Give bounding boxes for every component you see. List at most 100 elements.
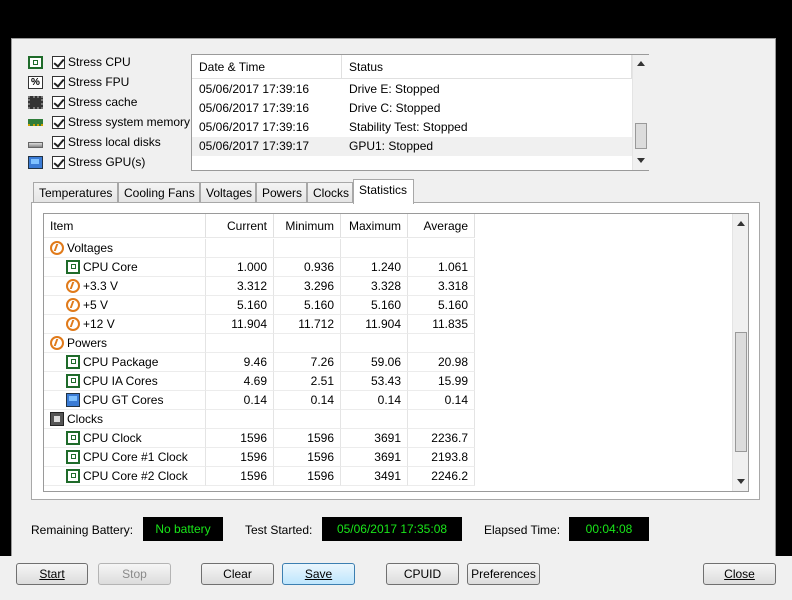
statistics-table[interactable]: Item Current Minimum Maximum Average Vol… <box>43 213 749 492</box>
preferences-button[interactable]: Preferences <box>467 563 540 585</box>
stats-group-row[interactable]: Powers <box>44 334 732 353</box>
tab-cooling-fans[interactable]: Cooling Fans <box>118 182 200 203</box>
cpu-chip-icon <box>66 469 80 483</box>
stats-header-item[interactable]: Item <box>44 214 206 238</box>
stress-fpu-label: Stress FPU <box>68 75 130 89</box>
stats-row[interactable]: CPU Core 1.000 0.936 1.240 1.061 <box>44 258 732 277</box>
scroll-up-icon[interactable] <box>737 221 745 226</box>
stats-item-label: +3.3 V <box>83 279 119 293</box>
stats-average-cell: 2193.8 <box>408 448 475 467</box>
log-header-status[interactable]: Status <box>342 55 632 79</box>
cpu-chip-icon <box>66 374 80 388</box>
voltage-icon <box>66 298 80 312</box>
stats-row[interactable]: CPU Core #2 Clock 1596 1596 3491 2246.2 <box>44 467 732 486</box>
log-status: Drive C: Stopped <box>349 101 441 115</box>
stats-minimum-cell: 3.296 <box>274 277 341 296</box>
elapsed-time-label: Elapsed Time: <box>484 523 561 537</box>
stress-fpu-checkbox[interactable] <box>52 75 65 89</box>
log-row[interactable]: 05/06/2017 17:39:16 Drive E: Stopped <box>192 80 632 99</box>
stress-memory-option[interactable]: Stress system memory <box>28 113 190 131</box>
stats-average-cell <box>408 410 475 429</box>
stats-row[interactable]: +5 V 5.160 5.160 5.160 5.160 <box>44 296 732 315</box>
stats-maximum-cell: 0.14 <box>341 391 408 410</box>
stats-item-cell: CPU Core #2 Clock <box>44 467 206 486</box>
voltage-icon <box>66 279 80 293</box>
stats-current-cell: 3.312 <box>206 277 274 296</box>
stop-button[interactable]: Stop <box>98 563 171 585</box>
stats-header-average[interactable]: Average <box>408 214 475 238</box>
log-row[interactable]: 05/06/2017 17:39:17 GPU1: Stopped <box>192 137 632 156</box>
stress-gpu-option[interactable]: Stress GPU(s) <box>28 153 145 171</box>
tab-temperatures[interactable]: Temperatures <box>33 182 118 203</box>
cpu-chip-icon <box>66 355 80 369</box>
stats-item-cell: CPU IA Cores <box>44 372 206 391</box>
stats-current-cell: 0.14 <box>206 391 274 410</box>
stats-maximum-cell: 3691 <box>341 448 408 467</box>
log-row[interactable]: 05/06/2017 17:39:16 Stability Test: Stop… <box>192 118 632 137</box>
stats-scrollbar[interactable] <box>732 214 748 491</box>
log-scrollbar[interactable] <box>632 55 649 170</box>
stats-row[interactable]: +3.3 V 3.312 3.296 3.328 3.318 <box>44 277 732 296</box>
event-log[interactable]: Date & Time Status 05/06/2017 17:39:16 D… <box>191 54 649 171</box>
cpuid-button[interactable]: CPUID <box>386 563 459 585</box>
stats-minimum-cell: 0.936 <box>274 258 341 277</box>
stress-cpu-option[interactable]: Stress CPU <box>28 53 131 71</box>
log-row[interactable]: 05/06/2017 17:39:16 Drive C: Stopped <box>192 99 632 118</box>
stats-header-minimum[interactable]: Minimum <box>274 214 341 238</box>
stats-scroll-thumb[interactable] <box>735 332 747 452</box>
stats-average-cell <box>408 239 475 258</box>
clear-button[interactable]: Clear <box>201 563 274 585</box>
stats-row[interactable]: CPU GT Cores 0.14 0.14 0.14 0.14 <box>44 391 732 410</box>
stats-item-label: Powers <box>67 336 108 350</box>
stats-minimum-cell: 7.26 <box>274 353 341 372</box>
tab-voltages[interactable]: Voltages <box>200 182 256 203</box>
scroll-down-icon[interactable] <box>737 479 745 484</box>
stats-item-label: CPU Core #1 Clock <box>83 450 188 464</box>
stats-group-row[interactable]: Voltages <box>44 239 732 258</box>
stats-row[interactable]: +12 V 11.904 11.712 11.904 11.835 <box>44 315 732 334</box>
stats-item-label: CPU Core <box>83 260 138 274</box>
tab-clocks[interactable]: Clocks <box>307 182 353 203</box>
test-started-value: 05/06/2017 17:35:08 <box>322 517 462 541</box>
button-bar: Start Stop Clear Save CPUID Preferences … <box>0 556 792 600</box>
stats-row[interactable]: CPU Core #1 Clock 1596 1596 3691 2193.8 <box>44 448 732 467</box>
stress-cache-label: Stress cache <box>68 95 138 109</box>
save-button[interactable]: Save <box>282 563 355 585</box>
log-scroll-thumb[interactable] <box>635 123 647 149</box>
tab-powers[interactable]: Powers <box>256 182 307 203</box>
log-datetime: 05/06/2017 17:39:16 <box>199 101 310 115</box>
stress-cpu-checkbox[interactable] <box>52 55 65 69</box>
stats-average-cell: 2246.2 <box>408 467 475 486</box>
stats-average-cell: 2236.7 <box>408 429 475 448</box>
tab-statistics[interactable]: Statistics <box>353 179 414 204</box>
stats-minimum-cell: 1596 <box>274 467 341 486</box>
stress-memory-checkbox[interactable] <box>52 115 65 129</box>
cpu-chip-icon <box>66 431 80 445</box>
stress-disks-checkbox[interactable] <box>52 135 65 149</box>
stress-cache-option[interactable]: Stress cache <box>28 93 137 111</box>
log-header-datetime[interactable]: Date & Time <box>192 55 342 79</box>
close-button-label: Close <box>724 567 755 581</box>
stats-row[interactable]: CPU IA Cores 4.69 2.51 53.43 15.99 <box>44 372 732 391</box>
stress-disks-option[interactable]: Stress local disks <box>28 133 161 151</box>
stats-maximum-cell: 59.06 <box>341 353 408 372</box>
stats-group-row[interactable]: Clocks <box>44 410 732 429</box>
stress-cache-checkbox[interactable] <box>52 95 65 109</box>
stats-header-current[interactable]: Current <box>206 214 274 238</box>
stress-gpu-checkbox[interactable] <box>52 155 65 169</box>
start-button-label: Start <box>39 567 65 581</box>
stats-item-cell: CPU Package <box>44 353 206 372</box>
stats-average-cell: 3.318 <box>408 277 475 296</box>
scroll-up-icon[interactable] <box>637 61 645 66</box>
start-button[interactable]: Start <box>16 563 88 585</box>
stress-fpu-option[interactable]: % Stress FPU <box>28 73 129 91</box>
main-window: Stress CPU % Stress FPU Stress cache Str… <box>11 38 776 558</box>
stats-row[interactable]: CPU Clock 1596 1596 3691 2236.7 <box>44 429 732 448</box>
scroll-down-icon[interactable] <box>637 158 645 163</box>
stats-header-maximum[interactable]: Maximum <box>341 214 408 238</box>
stats-item-cell: CPU Core <box>44 258 206 277</box>
close-button[interactable]: Close <box>703 563 776 585</box>
stats-row[interactable]: CPU Package 9.46 7.26 59.06 20.98 <box>44 353 732 372</box>
stats-maximum-cell: 3491 <box>341 467 408 486</box>
battery-label: Remaining Battery: <box>31 523 134 537</box>
